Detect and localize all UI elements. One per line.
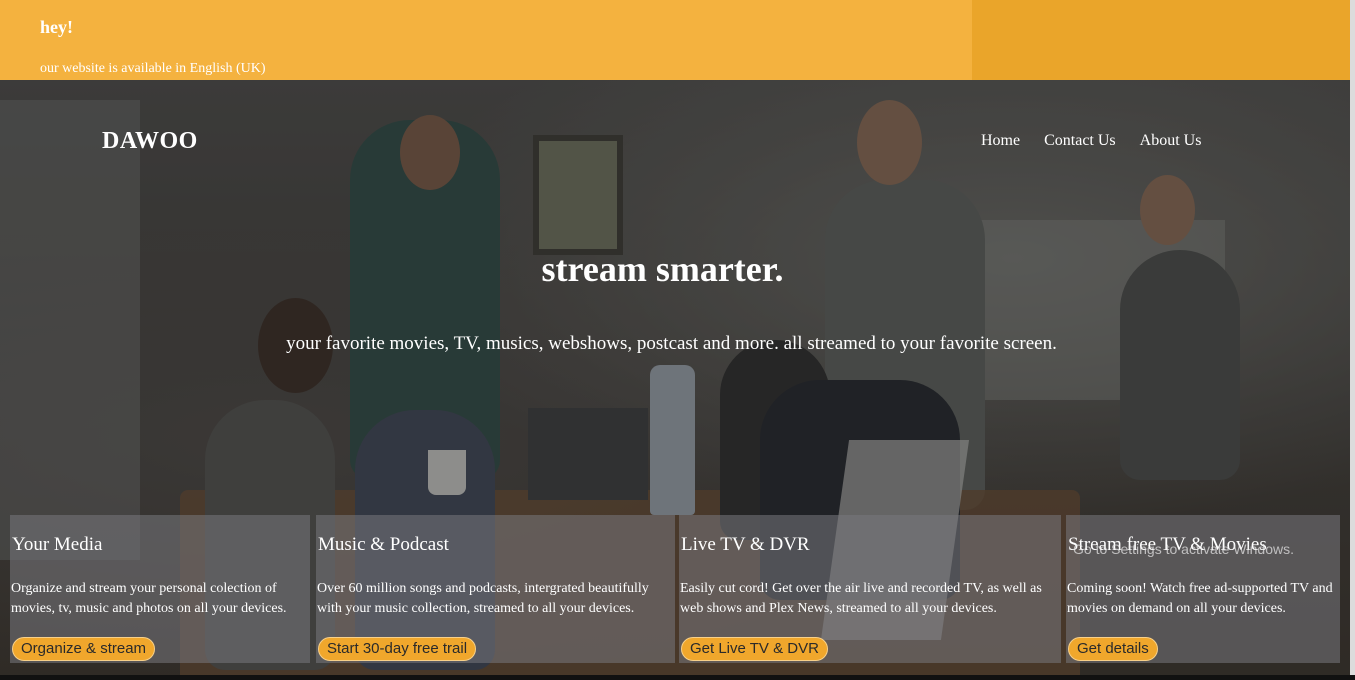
site-logo[interactable]: DAWOO [102,128,198,155]
page-scrollbar[interactable] [1350,0,1355,680]
banner-language-notice: our website is available in English (UK) [40,61,266,76]
main-nav: Home Contact Us About Us [981,132,1201,150]
hero-title: stream smarter. [541,249,784,289]
hero-subtitle: your favorite movies, TV, musics, websho… [286,333,1057,354]
card-text: Easily cut cord! Get over the air live a… [680,581,1042,616]
banner-heading: hey! [40,17,73,37]
card-text: Organize and stream your personal colect… [11,581,287,616]
nav-home-link[interactable]: Home [981,132,1020,150]
feature-card-music-podcast: Music & Podcast Over 60 million songs an… [316,515,675,663]
notification-banner: hey! our website is available in English… [0,0,1350,80]
get-live-tv-button[interactable]: Get Live TV & DVR [681,637,828,661]
free-trial-button[interactable]: Start 30-day free trail [318,637,477,661]
nav-about-link[interactable]: About Us [1140,132,1202,150]
organize-stream-button[interactable]: Organize & stream [12,637,156,661]
card-text: Coming soon! Watch free ad-supported TV … [1067,581,1333,616]
feature-card-free-tv: Stream free TV & Movies Coming soon! Wat… [1066,515,1340,663]
card-title: Music & Podcast [318,534,449,555]
card-title: Your Media [12,534,103,555]
feature-card-your-media: Your Media Organize and stream your pers… [10,515,310,663]
windows-activation-watermark: Go to Settings to activate Windows. [1073,541,1294,557]
card-title: Live TV & DVR [681,534,810,555]
nav-contact-link[interactable]: Contact Us [1044,132,1116,150]
hero-section: DAWOO Home Contact Us About Us stream sm… [0,80,1350,675]
feature-card-live-tv: Live TV & DVR Easily cut cord! Get over … [679,515,1061,663]
card-text: Over 60 million songs and podcasts, inte… [317,581,649,616]
bottom-edge [0,675,1355,680]
banner-highlight [972,0,1350,80]
get-details-button[interactable]: Get details [1068,637,1158,661]
